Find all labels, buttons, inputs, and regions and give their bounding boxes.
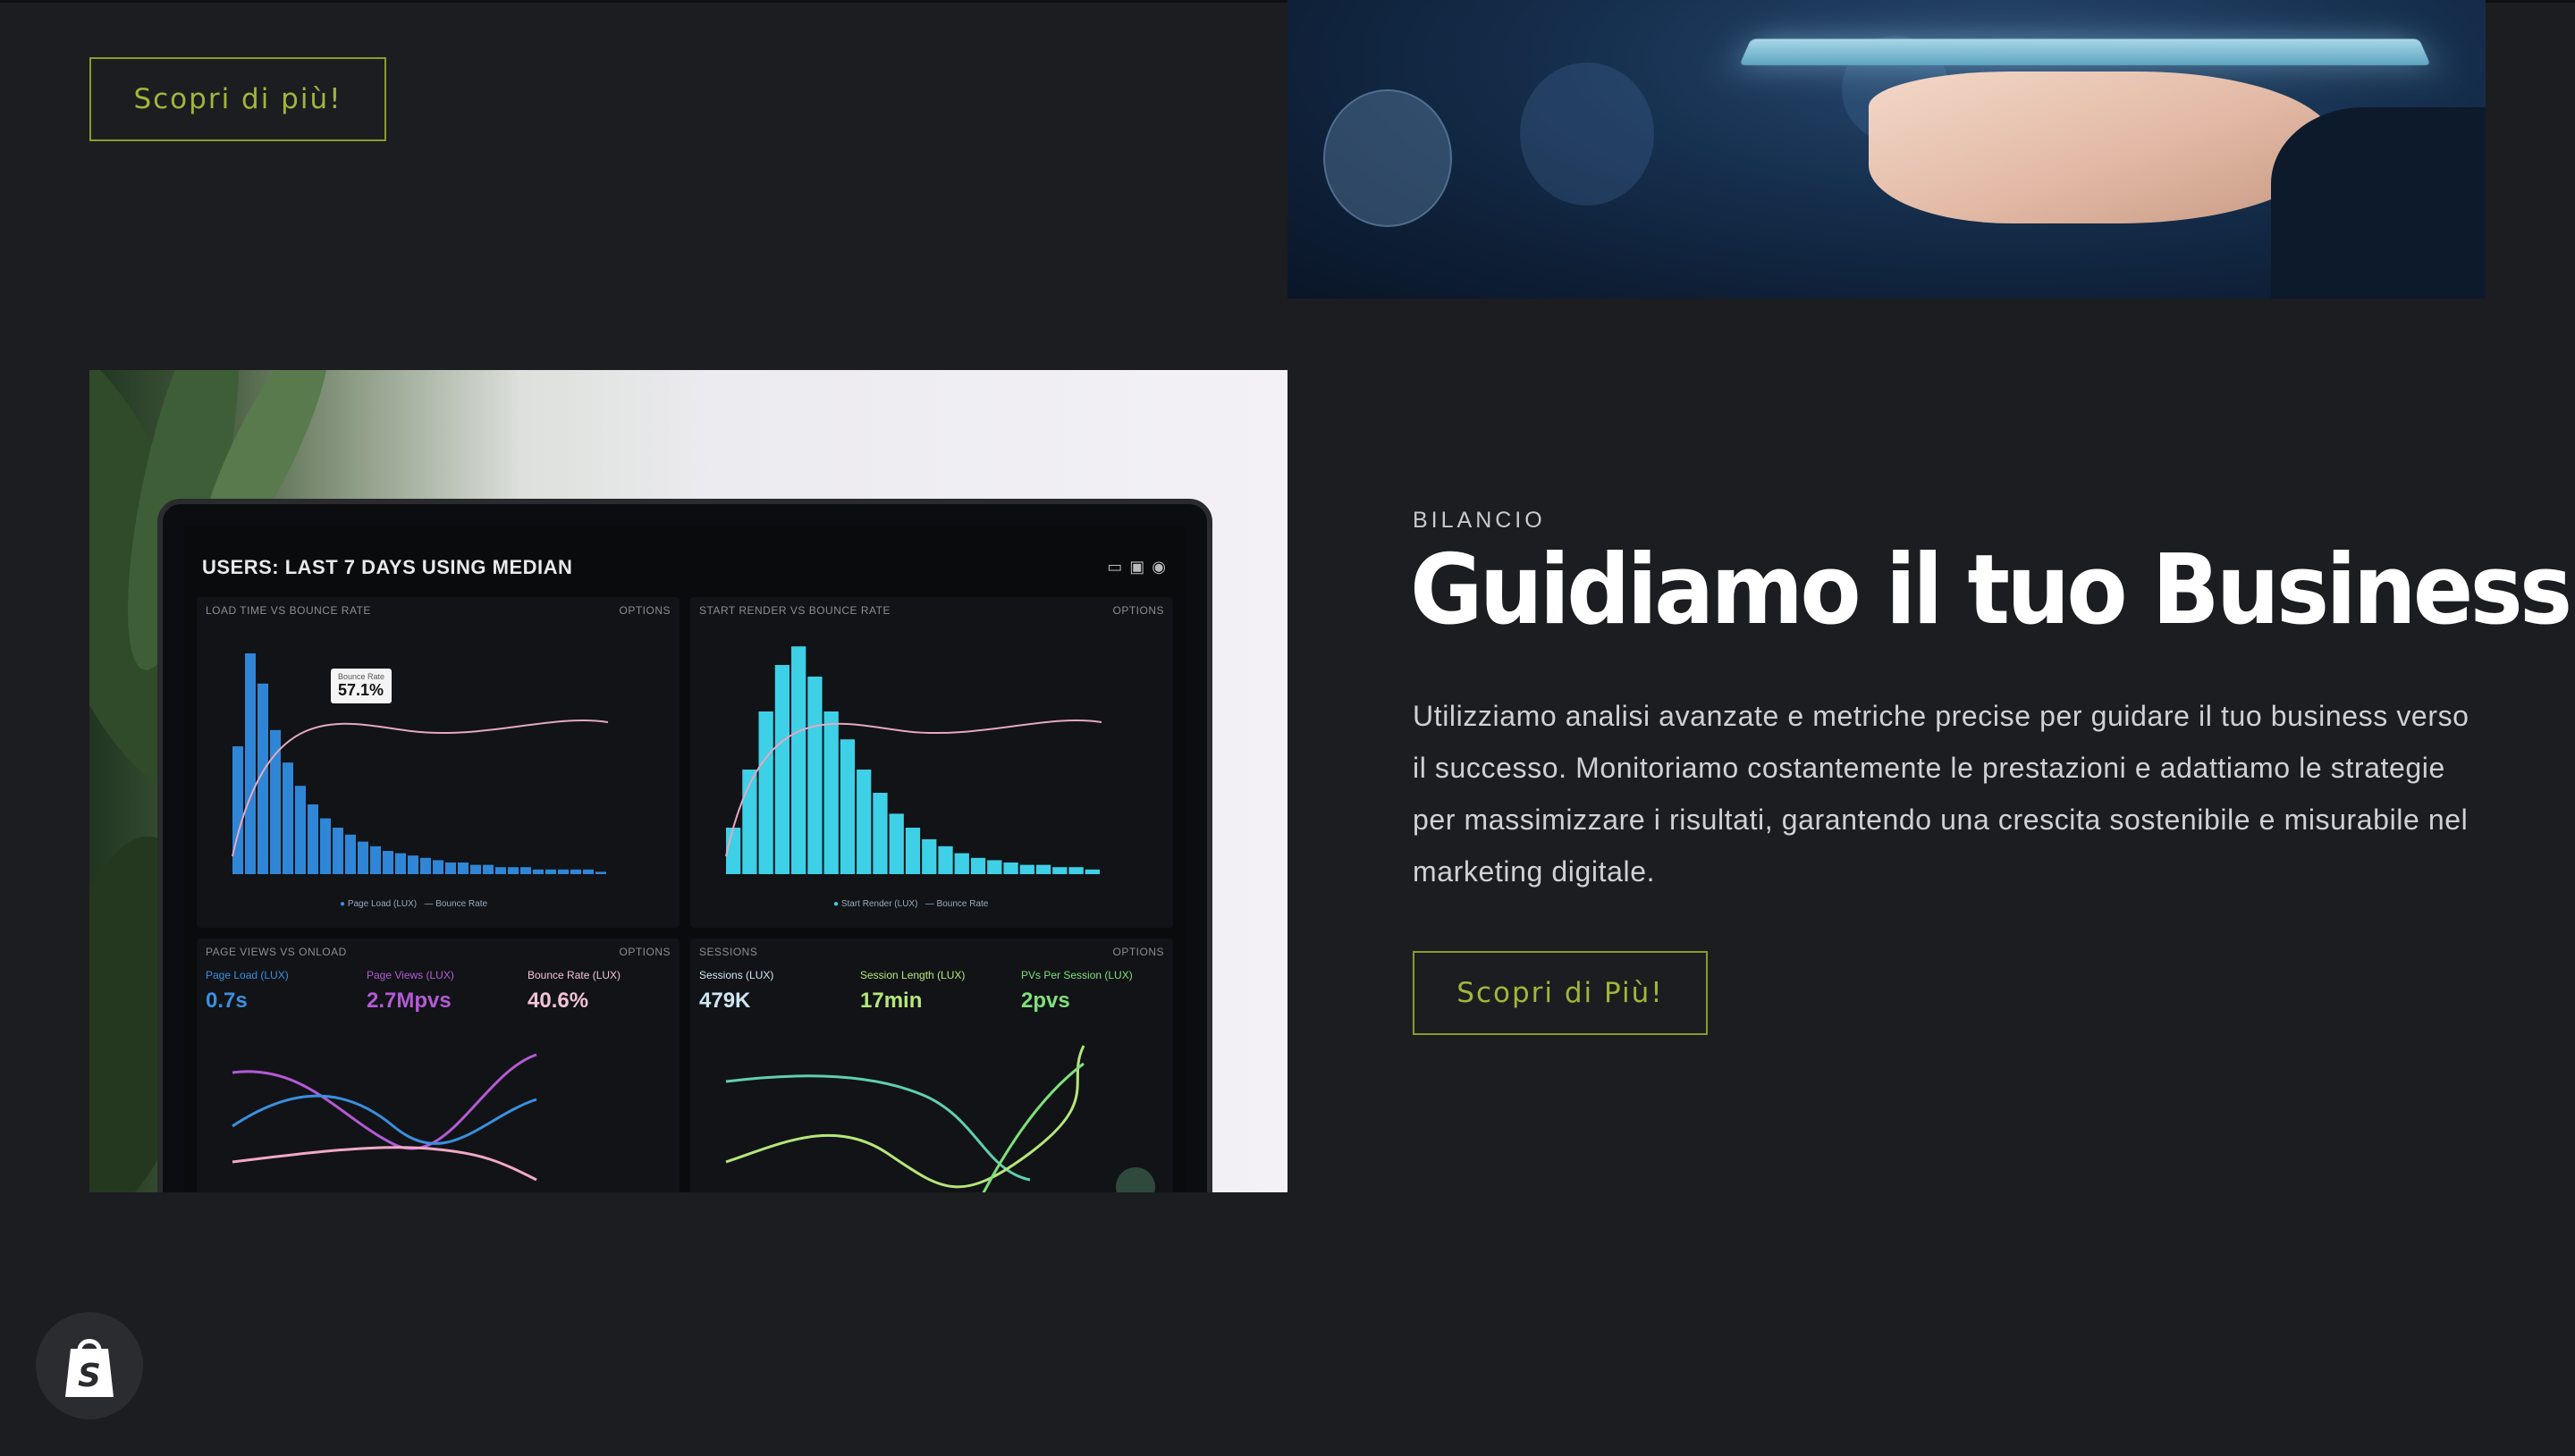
histogram-bar: [545, 869, 556, 874]
histogram-bar: [873, 793, 888, 874]
histogram-bar: [1068, 867, 1084, 874]
section-eyebrow: BILANCIO: [1413, 508, 1546, 533]
histogram-bar: [987, 860, 1002, 874]
histogram-bar: [508, 867, 519, 874]
sleeve-shape: [2271, 107, 2486, 299]
shopify-badge[interactable]: S: [36, 1312, 143, 1419]
histogram-bar: [558, 869, 569, 874]
dashboard-toolbar-icons: ▭▣◉: [1107, 558, 1173, 576]
histogram-bar: [345, 834, 356, 874]
start-render-panel: START RENDER VS BOUNCE RATE OPTIONS ● St…: [690, 597, 1173, 928]
histogram-bar: [938, 846, 953, 874]
histogram-bar: [320, 818, 331, 874]
laptop-screen: USERS: LAST 7 DAYS USING MEDIAN ▭▣◉ LOAD…: [184, 526, 1186, 1192]
histogram-bar: [791, 646, 806, 874]
histogram-bar: [308, 804, 318, 874]
legend-item: Start Render (LUX): [840, 899, 918, 909]
dashboard-title: USERS: LAST 7 DAYS USING MEDIAN: [202, 556, 573, 578]
sessions-chart: [725, 1045, 1085, 1192]
tooltip-value: 57.1%: [338, 681, 384, 699]
tooltip-label: Bounce Rate: [338, 672, 385, 681]
discover-more-button[interactable]: Scopri di più!: [89, 57, 386, 141]
svg-text:S: S: [78, 1358, 101, 1394]
shopify-bag-icon: S: [65, 1339, 114, 1397]
hand-tablet-image: [1288, 0, 2486, 299]
start-render-chart: [725, 646, 1102, 874]
histogram-bar: [445, 863, 456, 874]
analytics-dashboard-image: USERS: LAST 7 DAYS USING MEDIAN ▭▣◉ LOAD…: [89, 370, 1288, 1192]
bounce-rate-tooltip: Bounce Rate 57.1%: [331, 669, 393, 703]
histogram-bar: [970, 857, 986, 874]
load-time-panel: LOAD TIME VS BOUNCE RATE OPTIONS Bounce …: [197, 597, 680, 928]
histogram-bar: [283, 762, 293, 874]
histogram-bar: [358, 841, 368, 874]
hand-shape: [1869, 72, 2334, 223]
sessions-panel: SESSIONS OPTIONS Sessions (LUX) 479K Ses…: [690, 938, 1173, 1192]
histogram-bar: [758, 711, 773, 874]
histogram-bar: [533, 869, 544, 874]
histogram-bar: [840, 739, 856, 874]
page-views-panel: PAGE VIEWS VS ONLOAD OPTIONS Page Load (…: [197, 938, 680, 1192]
histogram-bar: [232, 746, 243, 874]
histogram-bar: [807, 677, 823, 874]
histogram-bar: [857, 770, 872, 874]
histogram-bar: [1085, 869, 1100, 874]
histogram-bar: [954, 853, 969, 874]
histogram-bar: [395, 853, 406, 874]
legend-item: Bounce Rate: [936, 899, 989, 909]
legend-item: Bounce Rate: [435, 899, 488, 909]
bokeh-light: [1323, 89, 1452, 227]
legend-item: Page Load (LUX): [347, 899, 418, 909]
page-views-chart: [232, 1053, 537, 1182]
histogram-bar: [583, 869, 594, 874]
histogram-bar: [1019, 864, 1034, 874]
section-headline: Guidiamo il tuo Business: [1410, 534, 2572, 646]
histogram-bar: [245, 653, 256, 874]
histogram-bar: [726, 828, 741, 874]
chart-legend: ● Start Render (LUX) — Bounce Rate: [833, 899, 989, 909]
histogram-bar: [370, 846, 381, 874]
histogram-bar: [495, 867, 506, 874]
histogram-bar: [595, 871, 606, 874]
histogram-bar: [470, 864, 481, 874]
histogram-bar: [458, 863, 469, 874]
histogram-bar: [408, 855, 418, 874]
histogram-bar: [570, 869, 581, 874]
histogram-bar: [433, 860, 443, 874]
discover-more-cta-button[interactable]: Scopri di Più!: [1413, 951, 1708, 1035]
histogram-bar: [483, 864, 494, 874]
tablet-shape: [1739, 38, 2431, 66]
histogram-bar: [774, 665, 790, 874]
histogram-bar: [520, 867, 531, 874]
histogram-bar: [905, 828, 921, 874]
histogram-bar: [333, 828, 343, 874]
load-time-chart: [232, 653, 609, 874]
histogram-bar: [1052, 867, 1068, 874]
histogram-bar: [295, 786, 306, 874]
histogram-bar: [823, 711, 839, 874]
chart-legend: ● Page Load (LUX) — Bounce Rate: [340, 899, 488, 909]
histogram-bar: [420, 857, 431, 874]
histogram-bar: [922, 839, 937, 874]
bokeh-light: [1520, 63, 1654, 206]
histogram-bar: [1035, 864, 1051, 874]
histogram-bar: [383, 851, 393, 874]
histogram-bar: [1003, 863, 1018, 874]
histogram-bar: [889, 813, 904, 874]
laptop: USERS: LAST 7 DAYS USING MEDIAN ▭▣◉ LOAD…: [157, 499, 1212, 1192]
histogram-bar: [270, 729, 281, 874]
section-description: Utilizziamo analisi avanzate e metriche …: [1413, 700, 2469, 888]
